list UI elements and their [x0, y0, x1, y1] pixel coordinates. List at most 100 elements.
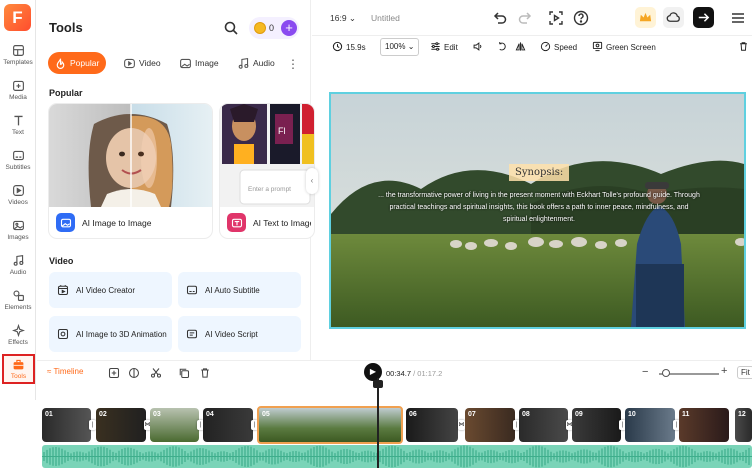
nav-label-text: Text: [12, 129, 24, 136]
transition-marker[interactable]: |: [89, 420, 96, 430]
tool-label: AI Image to 3D Animation: [76, 330, 167, 339]
clip[interactable]: 02: [96, 408, 146, 442]
tab-popular[interactable]: Popular: [48, 52, 106, 74]
zoom-in-button[interactable]: +: [721, 365, 727, 377]
templates-icon: [12, 44, 25, 57]
tool-ai-video-script[interactable]: AI Video Script: [178, 316, 301, 352]
trash-icon: [738, 41, 749, 52]
clip[interactable]: 01: [42, 408, 91, 442]
clip[interactable]: 08: [519, 408, 568, 442]
help-icon[interactable]: [573, 10, 589, 26]
tools-panel: Tools 0 + Popular Video Image Audio ⋮ Po…: [37, 0, 314, 360]
playhead[interactable]: [377, 378, 379, 468]
nav-item-tools[interactable]: Tools: [2, 354, 35, 384]
coin-icon: [254, 22, 266, 34]
aspect-ratio-select[interactable]: 16:9 ⌄: [330, 13, 356, 24]
synopsis-body[interactable]: ... the transformative power of living i…: [377, 190, 701, 226]
nav-label-images: Images: [7, 234, 29, 241]
tab-image[interactable]: Image: [173, 52, 219, 74]
green-screen-button[interactable]: Green Screen: [592, 41, 656, 55]
volume-button[interactable]: [472, 41, 486, 55]
card-ai-text-to-image[interactable]: Fl Enter a prompt AI Text to Image: [220, 104, 314, 238]
rotate-button[interactable]: [497, 41, 511, 55]
tab-video[interactable]: Video: [117, 52, 161, 74]
nav-item-subtitles[interactable]: Subtitles: [0, 149, 36, 183]
chevron-down-icon: ⌄: [348, 13, 357, 23]
clip[interactable]: 07: [465, 408, 515, 442]
music-note-icon: [12, 254, 25, 267]
tool-ai-auto-subtitle[interactable]: AI Auto Subtitle: [178, 272, 301, 308]
nav-item-effects[interactable]: Effects: [0, 323, 36, 358]
tool-label: AI Video Creator: [76, 286, 135, 295]
flame-icon: [54, 56, 67, 69]
flip-button[interactable]: [515, 41, 529, 55]
nav-label-subtitles: Subtitles: [5, 164, 31, 171]
more-tabs-icon[interactable]: ⋮: [287, 57, 299, 71]
tool-label: AI Video Script: [205, 330, 258, 339]
clip-number: 04: [206, 411, 214, 418]
clip-number: 01: [45, 411, 53, 418]
sliders-icon: [430, 41, 441, 52]
undo-icon[interactable]: [492, 10, 508, 26]
clip[interactable]: 06: [406, 408, 458, 442]
nav-item-audio[interactable]: Audio: [0, 254, 36, 288]
playhead-handle[interactable]: [373, 380, 383, 388]
play-button[interactable]: ▶: [364, 363, 382, 381]
nav-item-elements[interactable]: Elements: [0, 289, 36, 323]
add-credits-button[interactable]: +: [281, 20, 297, 36]
volume-icon: [472, 41, 483, 52]
crown-icon[interactable]: [635, 7, 656, 28]
add-icon[interactable]: [108, 366, 120, 379]
svg-text:Fl: Fl: [278, 126, 286, 136]
card-ai-image-to-image[interactable]: AI Image to Image: [49, 104, 212, 238]
ai-text-icon: [227, 213, 246, 232]
nav-item-templates[interactable]: Templates: [0, 44, 36, 78]
export-arrow-icon[interactable]: [693, 7, 714, 28]
scissors-icon[interactable]: [150, 366, 162, 378]
nav-item-text[interactable]: Text: [0, 114, 36, 148]
collapse-panel-button[interactable]: ‹: [306, 168, 318, 194]
zoom-select[interactable]: 100% ⌄: [380, 38, 420, 56]
edit-button[interactable]: Edit: [430, 41, 458, 55]
clip-selected[interactable]: 05: [257, 406, 403, 444]
delete-button[interactable]: [738, 41, 752, 55]
nav-item-images[interactable]: Images: [0, 219, 36, 253]
tool-ai-video-creator[interactable]: AI Video Creator: [49, 272, 172, 308]
project-title[interactable]: Untitled: [371, 13, 400, 23]
tool-ai-image-to-3d-animation[interactable]: AI Image to 3D Animation: [49, 316, 172, 352]
synopsis-title[interactable]: Synopsis:: [509, 164, 570, 181]
clip-number: 05: [262, 411, 270, 418]
redo-icon[interactable]: [517, 10, 533, 26]
fit-button[interactable]: Fit: [737, 366, 752, 379]
audio-track[interactable]: [42, 445, 752, 468]
tab-audio[interactable]: Audio: [231, 52, 275, 74]
zoom-slider-handle[interactable]: [662, 369, 670, 377]
transition-marker[interactable]: ⋈: [458, 420, 465, 430]
split-icon[interactable]: [128, 366, 140, 379]
speed-button[interactable]: Speed: [540, 41, 577, 55]
clip[interactable]: 12: [735, 408, 752, 442]
clip[interactable]: 09: [572, 408, 621, 442]
cloud-icon[interactable]: [663, 7, 684, 28]
nav-item-media[interactable]: Media: [0, 79, 36, 113]
nav-item-videos[interactable]: Videos: [0, 184, 36, 218]
clip[interactable]: 04: [203, 408, 253, 442]
zoom-out-button[interactable]: −: [642, 366, 648, 378]
credits-badge[interactable]: 0 +: [249, 17, 299, 39]
clip-number: 11: [682, 411, 690, 418]
video-preview-canvas[interactable]: Synopsis: ... the transformative power o…: [329, 92, 746, 329]
duplicate-icon[interactable]: [178, 366, 190, 379]
menu-icon[interactable]: [730, 10, 746, 26]
trash-icon[interactable]: [199, 366, 211, 378]
clip[interactable]: 10: [625, 408, 675, 442]
timeline-label[interactable]: ≈ Timeline: [47, 367, 83, 376]
subtitles-icon: [12, 149, 25, 162]
timecode: 00:34.7 / 01:17.2: [386, 369, 442, 378]
screenshot-icon[interactable]: [548, 10, 564, 26]
clip[interactable]: 03: [150, 408, 199, 442]
video-editor-app: F Templates Media Text Subtitles Videos …: [0, 0, 752, 468]
duration-control[interactable]: 15.9s: [332, 41, 366, 55]
app-logo[interactable]: F: [4, 4, 31, 31]
clip[interactable]: 11: [679, 408, 729, 442]
search-icon[interactable]: [223, 20, 239, 36]
